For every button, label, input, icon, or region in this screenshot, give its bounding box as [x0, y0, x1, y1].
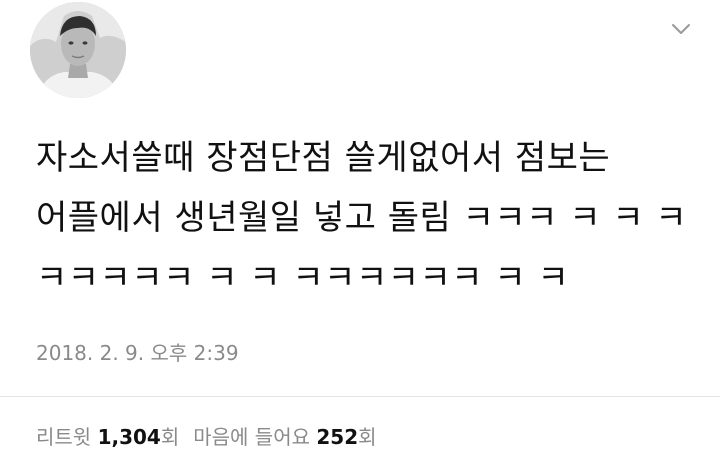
retweets-label: 리트윗 — [36, 425, 92, 449]
tweet-text: 자소서쓸때 장점단점 쓸게없어서 점보는 어플에서 생년월일 넣고 돌림 ㅋㅋㅋ… — [36, 138, 699, 298]
retweets-count: 1,304 — [97, 425, 161, 449]
chevron-down-icon[interactable] — [668, 16, 694, 42]
divider — [0, 396, 720, 397]
likes-count: 252 — [316, 425, 359, 449]
tweet-timestamp[interactable]: 2018. 2. 9. 오후 2:39 — [36, 337, 239, 366]
likes-stat[interactable]: 마음에 들어요 252회 — [193, 425, 376, 449]
likes-suffix: 회 — [358, 425, 377, 449]
retweets-suffix: 회 — [160, 425, 180, 449]
likes-label: 마음에 들어요 — [193, 425, 310, 449]
retweets-stat[interactable]: 리트윗 1,304회 — [36, 425, 179, 449]
profile-photo — [30, 2, 126, 98]
tweet-stats: 리트윗 1,304회 마음에 들어요 252회 — [36, 421, 377, 450]
avatar[interactable] — [30, 2, 126, 98]
